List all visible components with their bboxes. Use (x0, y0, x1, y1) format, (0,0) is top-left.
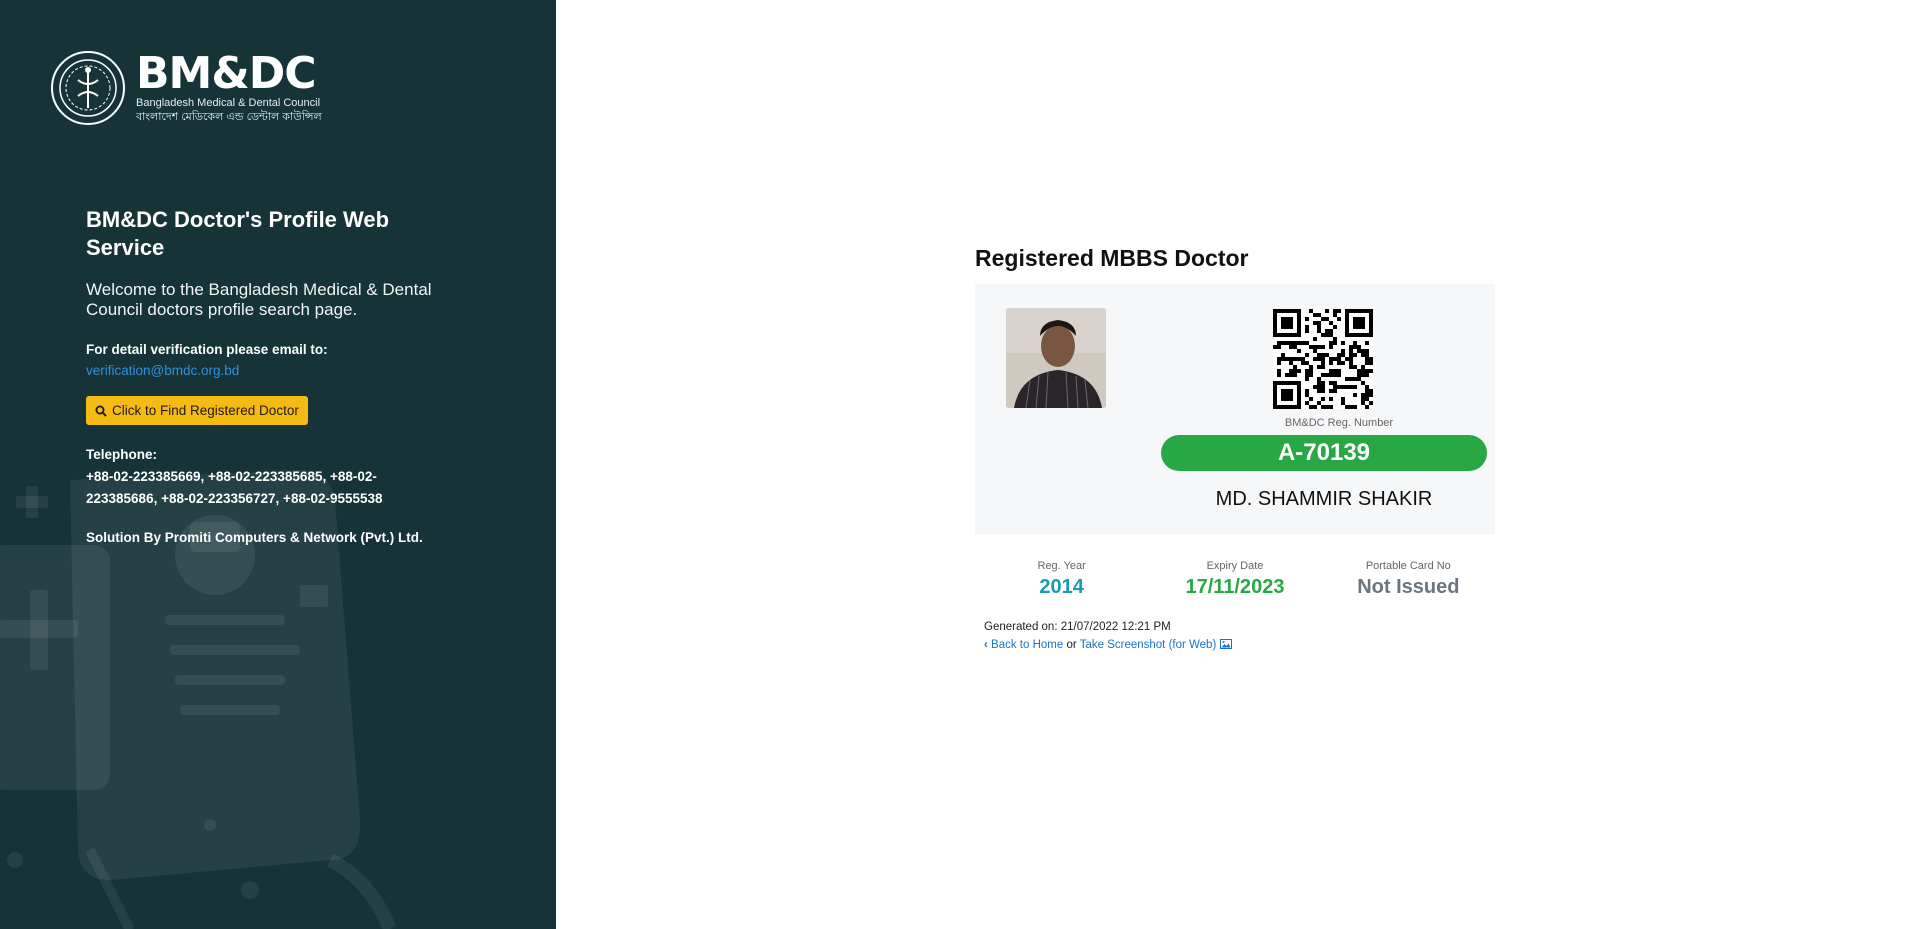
take-screenshot-link[interactable]: Take Screenshot (for Web) (1080, 639, 1232, 651)
take-screenshot-label: Take Screenshot (for Web) (1079, 639, 1217, 651)
logo-title: BM&DC (136, 48, 317, 99)
doctor-card: BM&DC Reg. Number A-70139 MD. SHAMMIR SH… (975, 284, 1495, 534)
solution-credit: Solution By Promiti Computers & Network … (86, 530, 423, 545)
bmdc-logo[interactable]: BM&DC Bangladesh Medical & Dental Counci… (50, 50, 322, 126)
stat-value: 2014 (1039, 576, 1084, 598)
sidebar-content: BM&DC Doctor's Profile Web Service Welco… (86, 206, 446, 545)
image-icon (1219, 639, 1232, 649)
verification-label: For detail verification please email to: (86, 342, 328, 357)
bmdc-seal-icon (51, 51, 125, 125)
service-heading: BM&DC Doctor's Profile Web Service (86, 207, 390, 260)
logo-subtitle-english: Bangladesh Medical & Dental Council (136, 97, 321, 109)
find-registered-doctor-button[interactable]: Click to Find Registered Doctor (86, 396, 308, 425)
stats-row: Reg. Year 2014 Expiry Date 17/11/2023 Po… (975, 560, 1495, 599)
chevron-left-icon: ‹ (984, 639, 988, 651)
or-text: or (1066, 639, 1077, 651)
reg-number-badge: A-70139 (1161, 435, 1487, 471)
doctor-profile: Registered MBBS Doctor BM&DC Reg. Number… (975, 245, 1495, 651)
logo-subtitle-bangla: বাংলাদেশ মেডিকেল এন্ড ডেন্টাল কাউন্সিল (136, 111, 322, 123)
verification-email-link[interactable]: verification@bmdc.org.bd (86, 363, 446, 378)
stat-label: Expiry Date (1206, 560, 1264, 572)
doctor-name: MD. SHAMMIR SHAKIR (1215, 488, 1433, 510)
stat-expiry-date: Expiry Date 17/11/2023 (1148, 560, 1321, 599)
stat-value: Not Issued (1357, 576, 1460, 598)
back-to-home-label: Back to Home (991, 639, 1064, 651)
telephone-label: Telephone: (86, 447, 158, 462)
generated-on-text: Generated on: 21/07/2022 12:21 PM (984, 621, 1171, 633)
page-title: Registered MBBS Doctor (975, 245, 1249, 271)
sidebar: BM&DC Bangladesh Medical & Dental Counci… (0, 0, 556, 929)
welcome-text: Welcome to the Bangladesh Medical & Dent… (86, 280, 432, 319)
stat-value: 17/11/2023 (1185, 576, 1285, 598)
reg-number-caption: BM&DC Reg. Number (1284, 417, 1394, 429)
stat-label: Portable Card No (1365, 560, 1451, 572)
telephone-numbers: +88-02-223385669, +88-02-223385685, +88-… (86, 469, 383, 506)
search-icon (95, 405, 107, 417)
stat-portable-card: Portable Card No Not Issued (1322, 560, 1495, 599)
doctor-photo (1006, 308, 1106, 408)
profile-footer: Generated on: 21/07/2022 12:21 PM ‹ Back… (975, 621, 1495, 651)
stat-reg-year: Reg. Year 2014 (975, 560, 1148, 599)
find-button-label: Click to Find Registered Doctor (112, 403, 299, 418)
back-to-home-link[interactable]: ‹ Back to Home (984, 639, 1066, 651)
stat-label: Reg. Year (1037, 560, 1086, 572)
qr-code (1273, 309, 1373, 409)
footer-links: ‹ Back to Home or Take Screenshot (for W… (984, 639, 1495, 651)
